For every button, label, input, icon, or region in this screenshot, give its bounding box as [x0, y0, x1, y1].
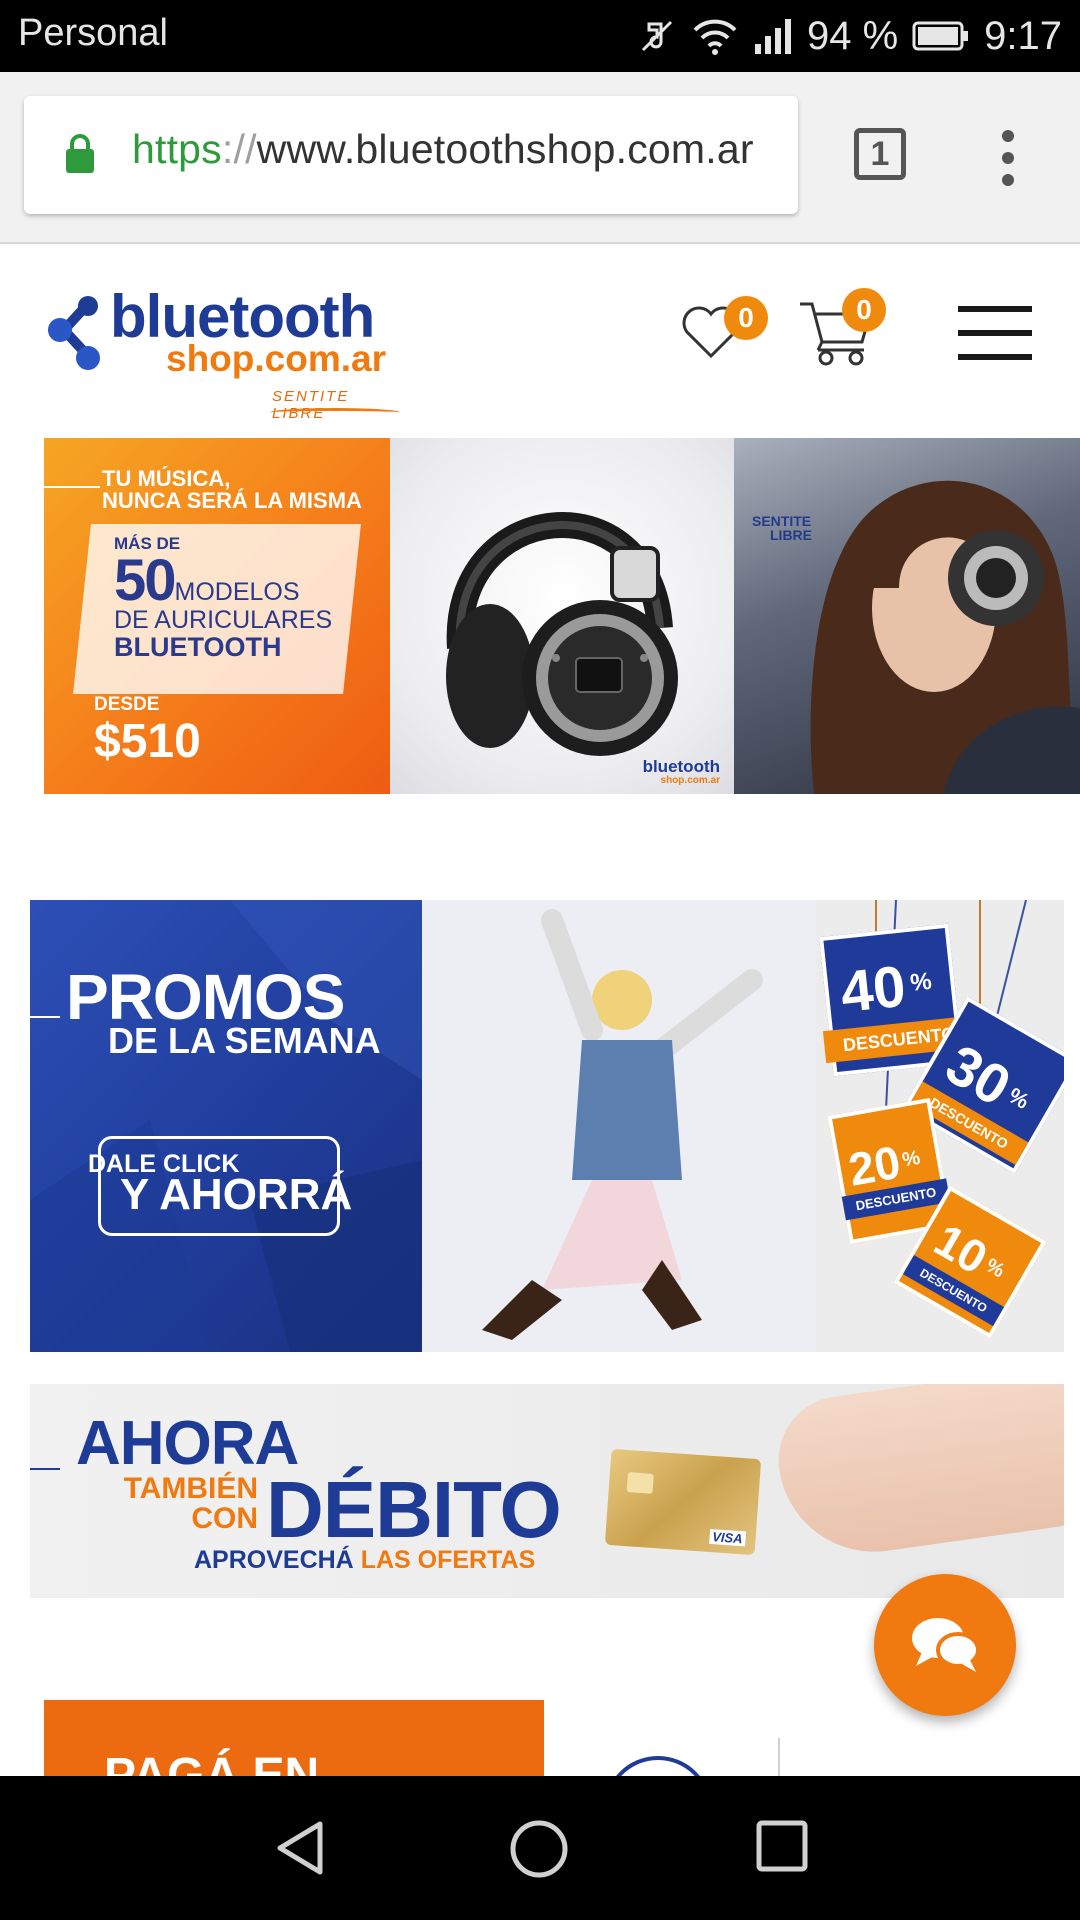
tambien-text: TAMBIÉN	[123, 1472, 258, 1505]
site-menu-button[interactable]	[958, 306, 1032, 378]
wishlist-count-badge: 0	[724, 296, 768, 340]
home-circle-icon	[510, 1820, 568, 1878]
battery-percent: 94 %	[806, 13, 899, 58]
promos-subtitle: DE LA SEMANA	[108, 1020, 381, 1061]
ahora-text: AHORA	[76, 1409, 299, 1478]
back-triangle-icon	[277, 1821, 323, 1875]
con-text: CON	[191, 1502, 258, 1535]
desde-label: DESDE	[94, 694, 160, 715]
logo-nodes-icon	[48, 296, 100, 370]
tag-40-unit: %	[908, 967, 934, 997]
divider-line	[44, 486, 100, 488]
address-bar[interactable]: https://www.bluetoothshop.com.ar	[24, 96, 798, 214]
cta-line2: Y AHORRÁ	[120, 1170, 353, 1219]
headline-line2: NUNCA SERÁ LA MISMA	[102, 488, 362, 513]
cart-count-badge: 0	[842, 288, 886, 332]
mini-logo-subtext: shop.com.ar	[660, 775, 720, 786]
discount-tags: 40 % DESCUENTO 30 % DESCUENTO 20 % DESCU…	[816, 900, 1064, 1352]
payment-logo-circle	[604, 1756, 712, 1776]
promos-banner[interactable]: PROMOS DE LA SEMANA DALE CLICK Y AHORRÁ …	[30, 900, 1064, 1352]
tambien-con-text: TAMBIÉN CON	[78, 1474, 258, 1534]
recents-button[interactable]	[754, 1818, 810, 1879]
slogan-line2: LIBRE	[770, 527, 812, 543]
wishlist-button[interactable]: 0	[680, 296, 768, 378]
url-scheme: https	[132, 126, 222, 172]
logo-swoosh	[270, 408, 400, 417]
mini-logo: bluetooth shop.com.ar	[643, 758, 720, 788]
jumping-girl-image	[422, 900, 846, 1352]
tag-20-unit: %	[900, 1146, 922, 1172]
browser-toolbar: https://www.bluetoothshop.com.ar 1	[0, 72, 1080, 244]
headphones-banner[interactable]: TU MÚSICA, NUNCA SERÁ LA MISMA MÁS DE 50…	[44, 438, 1080, 794]
hand-image	[770, 1384, 1064, 1565]
wifi-icon	[691, 16, 739, 56]
headphones-icon	[446, 512, 678, 756]
las-ofertas-word: LAS OFERTAS	[360, 1546, 536, 1574]
home-button[interactable]	[508, 1818, 570, 1885]
browser-menu-button[interactable]	[998, 130, 1018, 196]
headphones-promo-panel: TU MÚSICA, NUNCA SERÁ LA MISMA MÁS DE 50…	[44, 438, 390, 794]
clock: 9:17	[984, 13, 1062, 58]
url-host: www.bluetoothshop.com.ar	[256, 126, 754, 172]
site-header: bluetooth shop.com.ar SENTITE LIBRE 0 0	[0, 244, 1080, 434]
tag-30-unit: %	[1004, 1082, 1034, 1114]
promos-text-panel: PROMOS DE LA SEMANA DALE CLICK Y AHORRÁ	[30, 900, 422, 1352]
recents-square-icon	[756, 1820, 808, 1872]
slogan-line1: SENTITE	[752, 513, 812, 529]
carrier-name: Personal	[18, 12, 168, 54]
promo-headline: TU MÚSICA, NUNCA SERÁ LA MISMA	[102, 468, 362, 512]
tag-10-unit: %	[981, 1254, 1009, 1283]
jumping-person-image	[482, 909, 763, 1340]
aprovecha-text: APROVECHÁ LAS OFERTAS	[194, 1546, 535, 1575]
debito-text: DÉBITO	[266, 1465, 562, 1554]
woman-with-headphones-image	[810, 480, 1080, 794]
slogan: SENTITE LIBRE	[752, 514, 812, 542]
promo-card-text: MÁS DE 50MODELOS DE AURICULARES BLUETOOT…	[114, 534, 332, 662]
url-text: https://www.bluetoothshop.com.ar	[132, 126, 754, 173]
models-count: 50	[114, 548, 176, 613]
divider-line	[30, 1468, 60, 1470]
tag-40-value: 40	[837, 953, 909, 1026]
debito-banner[interactable]: AHORA TAMBIÉN CON DÉBITO APROVECHÁ LAS O…	[30, 1384, 1064, 1598]
card-chip	[626, 1472, 654, 1494]
battery-icon	[912, 20, 970, 52]
model-photo: SENTITE LIBRE	[734, 438, 1080, 794]
system-navigation-bar	[0, 1776, 1080, 1920]
lock-icon	[64, 132, 96, 179]
mute-icon	[637, 16, 677, 56]
bluetooth-label: BLUETOOTH	[114, 632, 282, 662]
headphones-product-image: bluetooth shop.com.ar	[390, 438, 734, 794]
divider-line	[30, 1016, 60, 1018]
back-button[interactable]	[272, 1818, 328, 1883]
price-label: $510	[94, 715, 201, 768]
tab-switcher-button[interactable]: 1	[854, 128, 906, 180]
url-separator: ://	[221, 126, 257, 172]
debit-card-image: VISA	[604, 1448, 762, 1556]
status-icons: 94 % 9:17	[637, 8, 1062, 64]
status-bar: Personal 94 % 9:17	[0, 0, 1080, 72]
aprovecha-word: APROVECHÁ	[194, 1546, 354, 1574]
visa-logo: VISA	[708, 1528, 747, 1547]
logo-subtext: shop.com.ar	[166, 338, 386, 379]
chat-bubbles-icon	[912, 1618, 980, 1672]
divider-line	[778, 1738, 780, 1776]
chat-button[interactable]	[874, 1574, 1016, 1716]
signal-icon	[753, 16, 793, 56]
site-logo[interactable]: bluetooth shop.com.ar SENTITE LIBRE	[48, 283, 408, 428]
paga-en-text: PAGÁ EN	[104, 1749, 320, 1776]
cart-button[interactable]: 0	[798, 288, 888, 384]
modelos-label: MODELOS	[174, 578, 300, 606]
headline-line1: TU MÚSICA,	[102, 466, 231, 491]
auriculares-label: DE AURICULARES	[114, 606, 333, 634]
